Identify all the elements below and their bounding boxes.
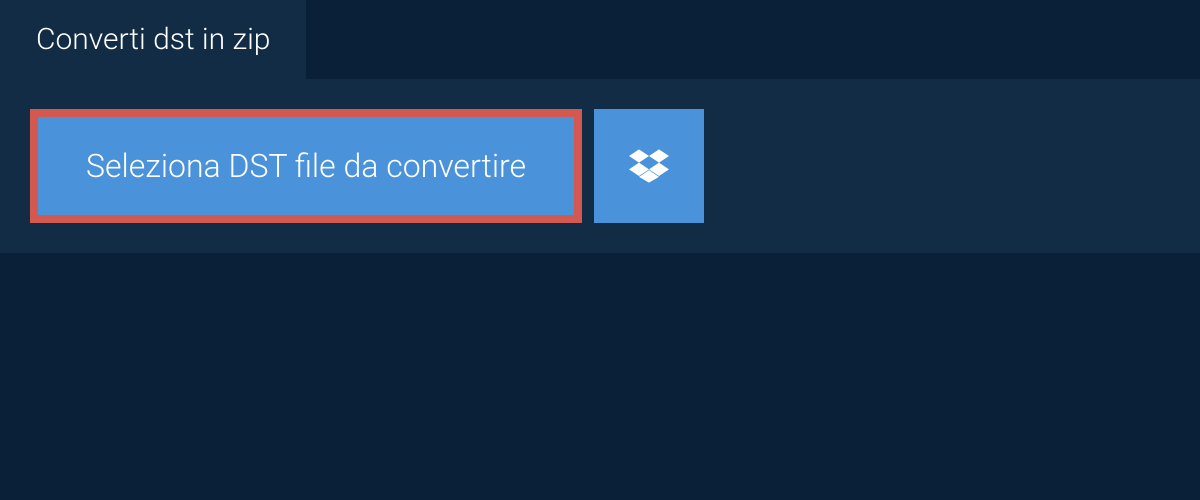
select-file-button[interactable]: Seleziona DST file da convertire <box>30 109 582 223</box>
dropbox-icon <box>629 146 669 186</box>
tab-convert-dst-zip[interactable]: Converti dst in zip <box>0 0 306 79</box>
file-select-row: Seleziona DST file da convertire <box>30 109 1170 223</box>
tab-title: Converti dst in zip <box>36 22 270 57</box>
tab-bar: Converti dst in zip <box>0 0 306 79</box>
converter-panel: Seleziona DST file da convertire <box>0 79 1200 253</box>
dropbox-button[interactable] <box>594 109 704 223</box>
select-file-label: Seleziona DST file da convertire <box>86 147 526 185</box>
